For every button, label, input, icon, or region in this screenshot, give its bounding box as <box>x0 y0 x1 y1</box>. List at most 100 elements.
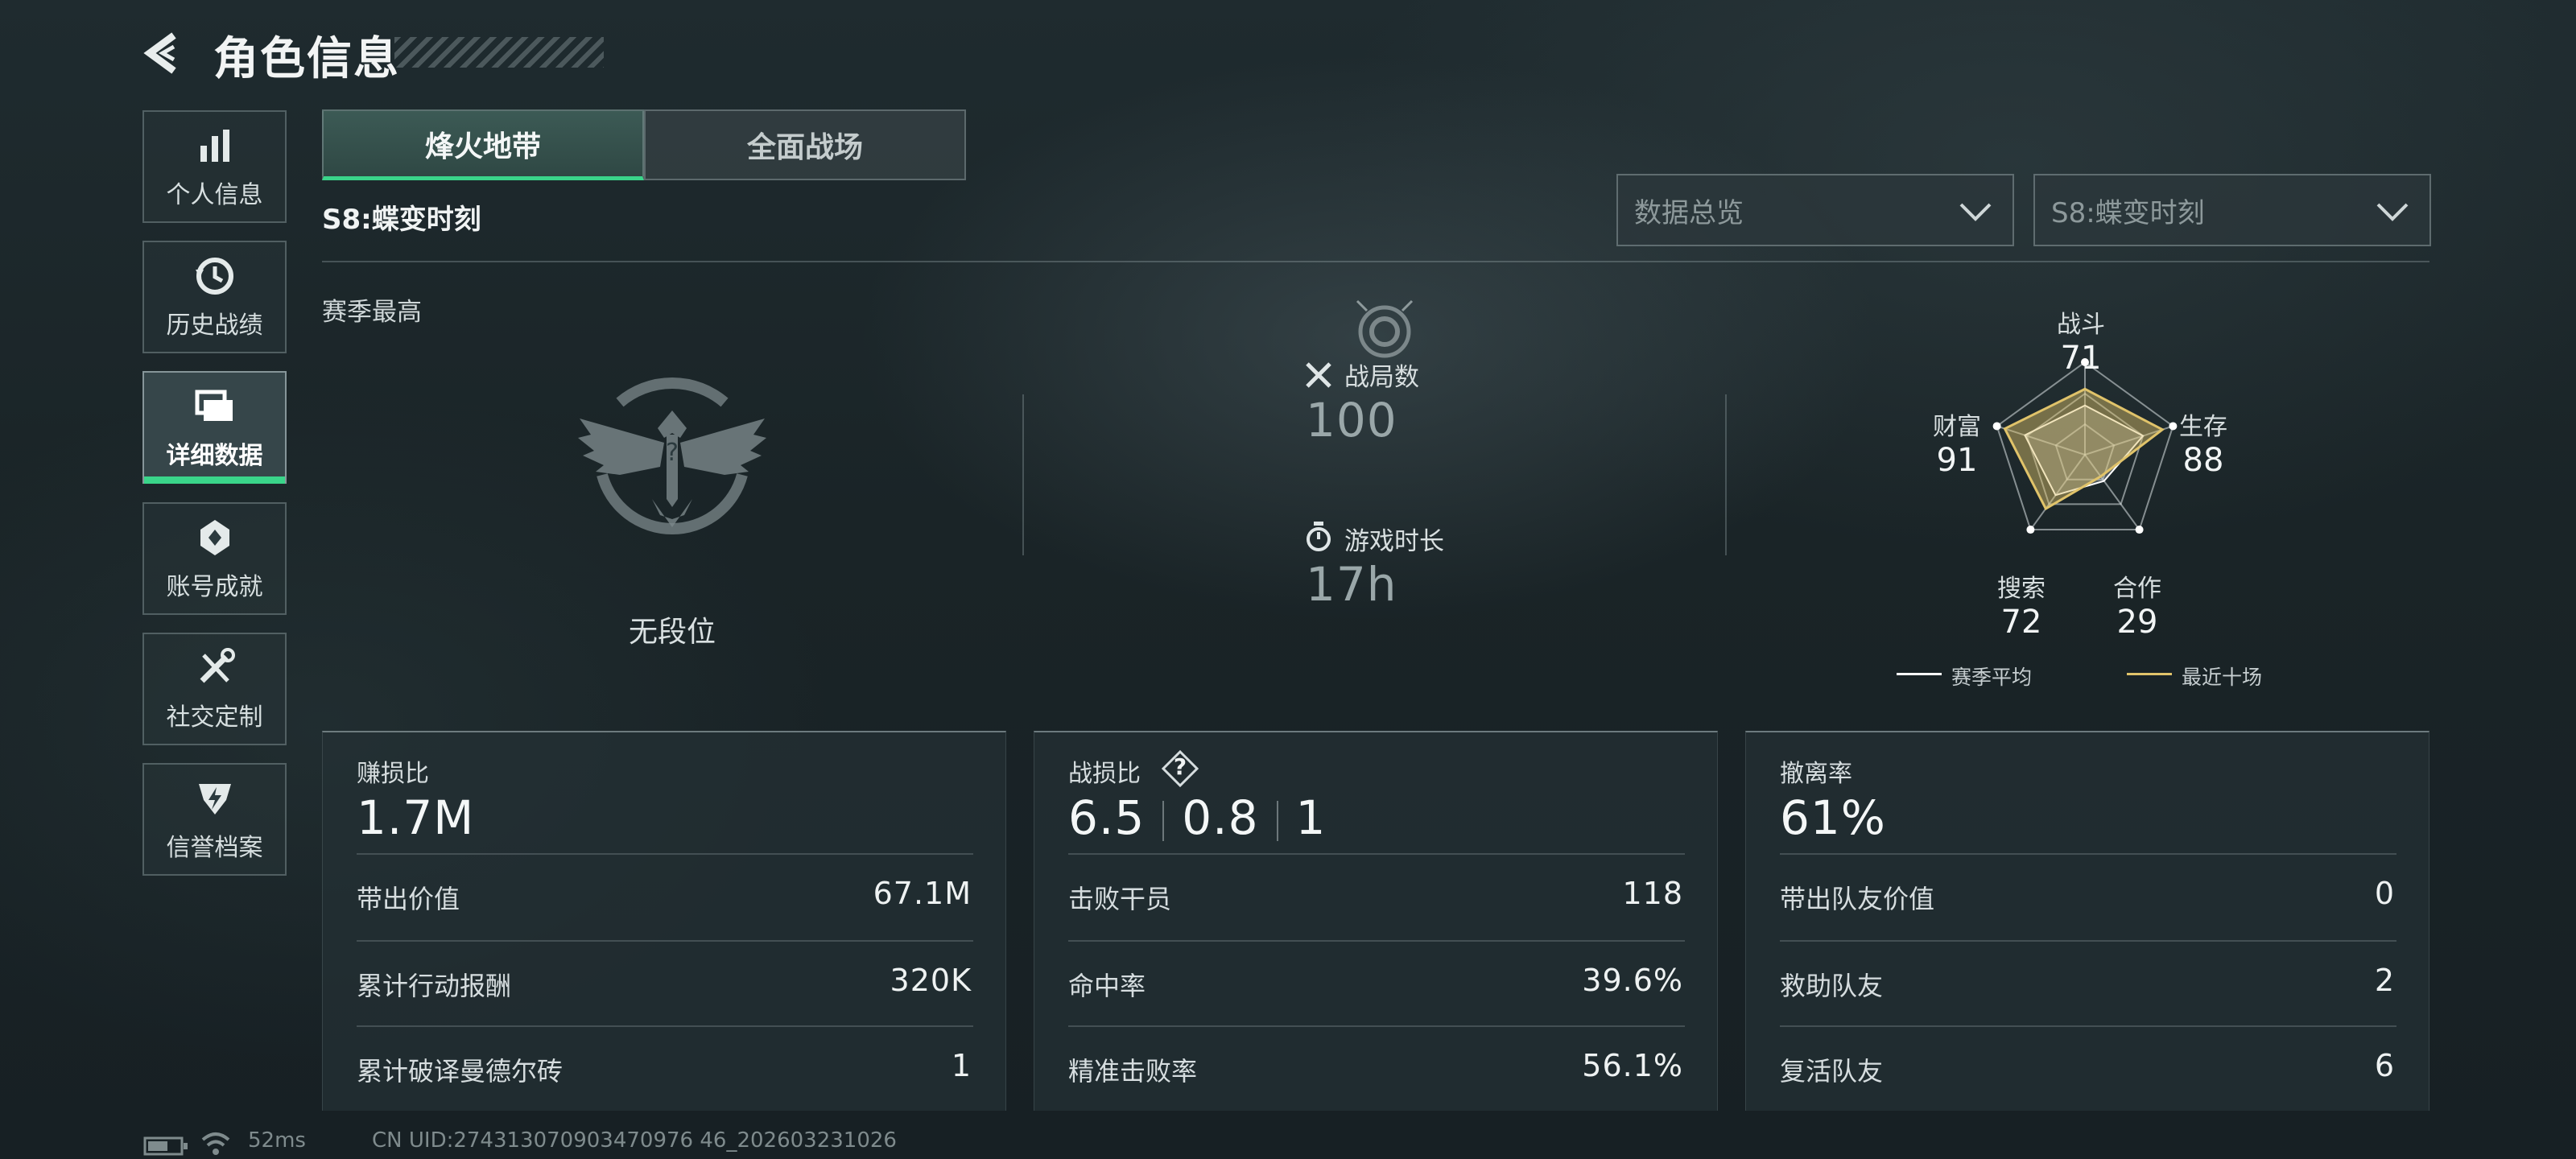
divider <box>1780 853 2396 855</box>
matches-label: 战局数 <box>1344 363 1419 392</box>
divider <box>1276 800 1278 841</box>
sidebar-item-label: 信誉档案 <box>166 834 263 862</box>
radar-axis-dot <box>2026 526 2035 534</box>
radar-axis-dot <box>2135 526 2144 534</box>
divider <box>322 261 2429 262</box>
uid-label: CN UID:274313070903470976 46_20260323102… <box>372 1128 897 1153</box>
season-title: S8:蝶变时刻 <box>322 204 481 236</box>
profit-ratio-card: 赚损比 1.7M 带出价值 67.1M 累计行动报酬 320K 累计破译曼德尔砖… <box>322 731 1006 1111</box>
kd-ratio-card: 战损比 ? 6.5 0.8 1 击败干员 118 命中率 39.6% 精准击败率 5… <box>1034 731 1718 1111</box>
radar-axis-value: 71 <box>2060 340 2102 377</box>
row-value: 1 <box>951 1048 972 1083</box>
season-dropdown[interactable]: S8:蝶变时刻 <box>2033 174 2431 246</box>
radar-series-recent-ten <box>2003 387 2165 511</box>
achievement-badge-icon <box>200 520 229 555</box>
help-icon[interactable]: ? <box>1161 749 1199 788</box>
sidebar-item-label: 详细数据 <box>166 442 263 470</box>
card-title: 赚损比 <box>357 760 429 788</box>
playtime-label: 游戏时长 <box>1344 527 1444 556</box>
sidebar-item-label: 账号成就 <box>166 573 263 601</box>
legend-swatch-recent-ten <box>2127 673 2172 675</box>
row-value: 2 <box>2374 963 2395 998</box>
bar-chart-icon <box>200 130 229 162</box>
row-value: 118 <box>1622 876 1683 911</box>
chevron-down-icon <box>1959 203 1992 221</box>
row-label: 累计破译曼德尔砖 <box>357 1056 564 1087</box>
kd-value: 1 <box>1295 790 1327 845</box>
back-arrow-icon[interactable] <box>138 29 187 77</box>
history-clock-icon <box>195 258 233 295</box>
row-label: 精准击败率 <box>1068 1056 1198 1087</box>
row-label: 击败干员 <box>1068 884 1172 914</box>
radar-axis-label: 合作 <box>2113 575 2161 603</box>
card-title: 撤离率 <box>1780 760 1852 788</box>
row-value: 320K <box>890 963 972 998</box>
row-label: 带出价值 <box>357 884 460 914</box>
legend-swatch-season-average <box>1897 673 1942 675</box>
radar-axis-value: 29 <box>2116 604 2158 641</box>
radar-axis-value: 91 <box>1936 442 1978 479</box>
ping-label: 52ms <box>248 1128 306 1153</box>
legend-label: 赛季平均 <box>1951 666 2033 689</box>
battery-icon <box>143 1136 188 1156</box>
divider <box>357 853 973 855</box>
divider <box>357 1025 973 1027</box>
tab-full-battlefield[interactable]: 全面战场 <box>644 109 966 180</box>
vertical-divider <box>1022 394 1024 555</box>
card-title: 战损比 <box>1068 760 1141 788</box>
sidebar-item-label: 历史战绩 <box>166 311 263 340</box>
target-scope-icon <box>1356 299 1414 358</box>
sidebar-item-label: 社交定制 <box>166 703 263 732</box>
divider <box>1162 800 1165 841</box>
data-type-dropdown[interactable]: 数据总览 <box>1616 174 2014 246</box>
radar-axis-value: 88 <box>2182 442 2224 479</box>
vertical-divider <box>1725 394 1727 555</box>
row-label: 复活队友 <box>1780 1056 1884 1087</box>
wrench-screwdriver-icon <box>200 648 235 683</box>
kd-value: 0.8 <box>1182 790 1259 845</box>
svg-text:?: ? <box>666 439 679 467</box>
sidebar-item-personal-info[interactable]: 个人信息 <box>142 110 287 223</box>
row-label: 带出队友价值 <box>1780 884 1935 914</box>
divider <box>357 940 973 942</box>
row-value: 39.6% <box>1582 963 1683 998</box>
title-decoration <box>394 37 604 68</box>
divider <box>1780 1025 2396 1027</box>
sidebar-item-label: 个人信息 <box>166 181 263 209</box>
tab-beacon-zone[interactable]: 烽火地带 <box>322 109 644 180</box>
kd-values: 6.5 0.8 1 <box>1068 790 1326 845</box>
chevron-down-icon <box>2376 203 2409 221</box>
rank-emblem-icon: ? <box>578 377 766 534</box>
divider <box>1068 940 1685 942</box>
sidebar-item-credit-archive[interactable]: 信誉档案 <box>142 763 287 876</box>
card-main-value: 1.7M <box>357 790 475 845</box>
stopwatch-icon <box>1307 522 1331 551</box>
page-title: 角色信息 <box>213 33 400 85</box>
radar-axis-value: 72 <box>2000 604 2042 641</box>
crossed-swords-icon <box>1306 362 1331 388</box>
radar-axis-label: 财富 <box>1933 413 1981 441</box>
radar-axis-dot <box>1992 422 2001 431</box>
row-label: 命中率 <box>1068 971 1146 1001</box>
sidebar-item-social-custom[interactable]: 社交定制 <box>142 633 287 745</box>
season-best-label: 赛季最高 <box>322 298 422 327</box>
folder-icon <box>195 390 233 421</box>
row-value: 6 <box>2374 1048 2395 1083</box>
extraction-rate-card: 撤离率 61% 带出队友价值 0 救助队友 2 复活队友 6 <box>1745 731 2429 1111</box>
sidebar-item-history[interactable]: 历史战绩 <box>142 241 287 353</box>
matches-value: 100 <box>1306 393 1397 448</box>
sidebar-item-detailed-data[interactable]: 详细数据 <box>142 371 287 484</box>
row-value: 0 <box>2374 876 2395 911</box>
kd-value: 6.5 <box>1068 790 1146 845</box>
help-icon-glyph: ? <box>1173 753 1187 780</box>
data-type-selected: 数据总览 <box>1634 196 1744 229</box>
card-main-value: 61% <box>1780 790 1886 845</box>
sidebar-item-achievements[interactable]: 账号成就 <box>142 502 287 615</box>
row-value: 56.1% <box>1582 1048 1683 1083</box>
divider <box>1068 1025 1685 1027</box>
row-label: 救助队友 <box>1780 971 1884 1001</box>
legend-label: 最近十场 <box>2182 666 2263 689</box>
row-value: 67.1M <box>873 876 972 911</box>
radar-axis-label: 战斗 <box>2057 311 2105 339</box>
wifi-icon <box>201 1132 230 1155</box>
